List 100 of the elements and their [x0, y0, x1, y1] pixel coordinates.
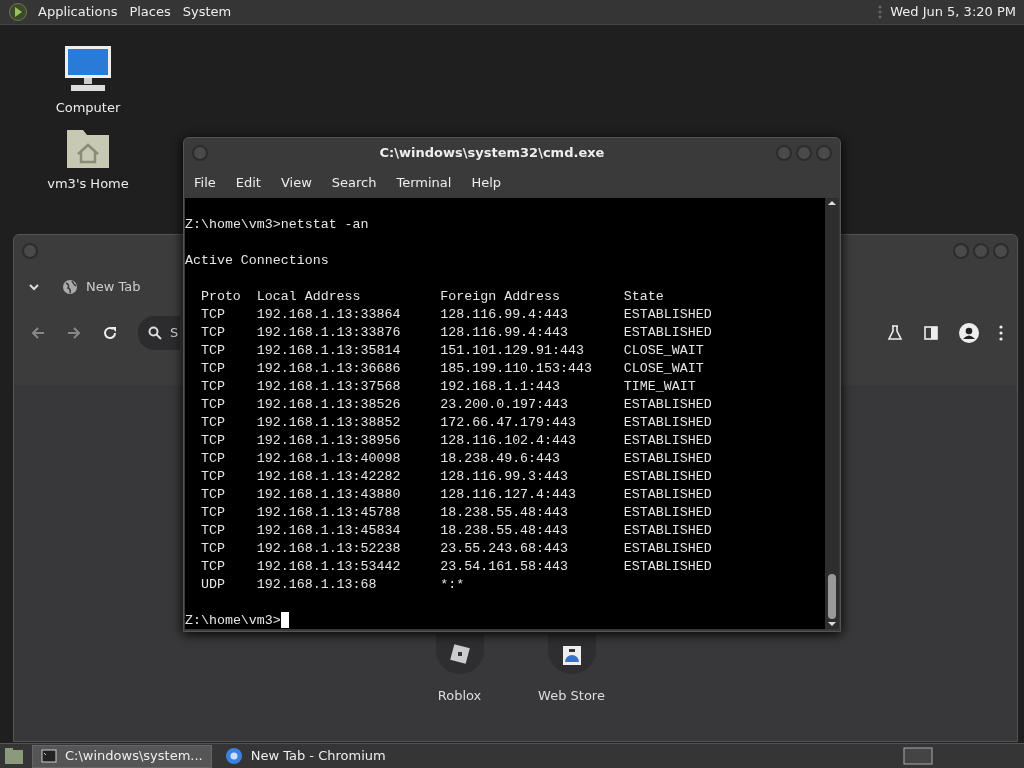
table-cell: 192.168.1.13:42282 — [256, 469, 401, 484]
search-icon — [148, 325, 162, 340]
window-title: C:\windows\system32\cmd.exe — [378, 144, 606, 163]
column-header: Proto — [200, 289, 241, 304]
shortcut[interactable]: Roblox — [419, 634, 500, 706]
browser-icon — [224, 747, 243, 765]
home-folder-icon[interactable] — [65, 128, 111, 170]
table-cell: 192.168.1.13:37568 — [256, 379, 401, 394]
table-cell: 128.116.99.3:443 — [440, 469, 568, 484]
table-cell: TCP — [200, 415, 225, 430]
clock[interactable]: Wed Jun 5, 3:20 PM — [890, 2, 1016, 22]
table-cell: TCP — [200, 487, 225, 502]
taskbar-button[interactable]: C:\windows\system... — [32, 744, 212, 768]
table-cell: 23.55.243.68:443 — [440, 541, 568, 556]
table-cell: 192.168.1.13:52238 — [256, 541, 401, 556]
menu-item[interactable]: Terminal — [386, 172, 462, 193]
table-cell: *:* — [440, 577, 465, 592]
distro-logo-icon[interactable] — [8, 2, 28, 22]
menu-item[interactable]: File — [184, 172, 226, 193]
menu-item[interactable]: Help — [461, 172, 512, 193]
table-cell: 192.168.1.13:53442 — [256, 559, 401, 574]
table-cell: TCP — [200, 397, 225, 412]
table-cell: 23.200.0.197:443 — [440, 397, 568, 412]
table-cell: 18.238.55.48:443 — [440, 523, 568, 538]
table-cell: 128.116.127.4:443 — [440, 487, 576, 502]
table-cell: 23.54.161.58:443 — [440, 559, 568, 574]
terminal-icon — [41, 749, 57, 763]
table-cell: TCP — [200, 469, 225, 484]
table-cell: ESTABLISHED — [623, 307, 712, 322]
table-cell: 192.168.1.13:38956 — [256, 433, 401, 448]
table-cell: 151.101.129.91:443 — [440, 343, 584, 358]
command-line: Z:\home\vm3>netstat -an — [185, 216, 369, 234]
address-bar[interactable]: S — [138, 315, 180, 350]
table-cell: ESTABLISHED — [623, 325, 712, 340]
table-cell: 192.168.1.1:443 — [440, 379, 561, 394]
menu-item[interactable]: View — [270, 172, 322, 193]
browser-tab[interactable]: New Tab — [62, 277, 141, 297]
column-header: State — [623, 289, 664, 304]
table-cell: 192.168.1.13:36686 — [256, 361, 401, 376]
globe-icon — [62, 278, 78, 295]
table-cell: TCP — [200, 433, 225, 448]
side-panel-icon[interactable] — [923, 324, 939, 341]
table-cell: TIME_WAIT — [623, 379, 696, 394]
chevron-down-icon[interactable] — [28, 282, 40, 291]
table-cell: 192.168.1.13:38526 — [256, 397, 401, 412]
table-cell: 192.168.1.13:40098 — [256, 451, 401, 466]
flask-icon[interactable] — [887, 324, 903, 341]
menu-item[interactable]: System — [176, 2, 238, 22]
table-cell: ESTABLISHED — [623, 487, 712, 502]
shortcut[interactable]: Web Store — [531, 634, 612, 706]
menu-icon[interactable] — [999, 324, 1003, 341]
workspace-icon[interactable] — [902, 746, 934, 766]
table-cell: ESTABLISHED — [623, 541, 712, 556]
table-cell: TCP — [200, 325, 225, 340]
table-cell: ESTABLISHED — [623, 433, 712, 448]
table-cell: TCP — [200, 451, 225, 466]
table-cell: ESTABLISHED — [623, 559, 712, 574]
table-cell: ESTABLISHED — [623, 397, 712, 412]
table-cell: ESTABLISHED — [623, 505, 712, 520]
table-cell: ESTABLISHED — [623, 469, 712, 484]
table-cell: 172.66.47.179:443 — [440, 415, 576, 430]
reload-icon[interactable] — [102, 324, 118, 341]
table-cell: 192.168.1.13:45834 — [256, 523, 401, 538]
table-cell: TCP — [200, 523, 225, 538]
forward-icon[interactable] — [66, 324, 82, 341]
output-heading: Active Connections — [185, 252, 329, 270]
table-cell: 18.238.49.6:443 — [440, 451, 561, 466]
table-cell: TCP — [200, 379, 225, 394]
menu-item[interactable]: Applications — [32, 2, 124, 22]
icon-label[interactable]: vm3's Home — [47, 174, 129, 194]
column-header: Local Address — [256, 289, 361, 304]
menu-item[interactable]: Places — [123, 2, 177, 22]
table-cell: ESTABLISHED — [623, 523, 712, 538]
table-cell: 128.116.99.4:443 — [440, 325, 568, 340]
menu-item[interactable]: Edit — [225, 172, 271, 193]
table-cell: 192.168.1.13:68 — [256, 577, 377, 592]
back-icon[interactable] — [30, 324, 46, 341]
table-cell: 18.238.55.48:443 — [440, 505, 568, 520]
scrollbar[interactable] — [825, 198, 839, 629]
table-cell: CLOSE_WAIT — [623, 361, 704, 376]
table-cell: CLOSE_WAIT — [623, 343, 704, 358]
table-cell: 192.168.1.13:35814 — [256, 343, 401, 358]
icon-label[interactable]: Computer — [55, 98, 121, 118]
table-cell: TCP — [200, 361, 225, 376]
profile-icon[interactable] — [959, 322, 979, 343]
table-cell: TCP — [200, 505, 225, 520]
table-cell: UDP — [200, 577, 225, 592]
column-header: Foreign Address — [440, 289, 561, 304]
show-desktop-icon[interactable] — [4, 747, 24, 765]
table-cell: 128.116.102.4:443 — [440, 433, 576, 448]
table-cell: 192.168.1.13:45788 — [256, 505, 401, 520]
table-cell: ESTABLISHED — [623, 415, 712, 430]
panel-handle-icon — [878, 5, 883, 19]
computer-icon[interactable] — [63, 44, 113, 94]
table-cell: 128.116.99.4:443 — [440, 307, 568, 322]
table-cell: 192.168.1.13:33876 — [256, 325, 401, 340]
menu-item[interactable]: Search — [321, 172, 387, 193]
table-cell: TCP — [200, 343, 225, 358]
taskbar-button[interactable]: New Tab - Chromium — [215, 744, 395, 768]
scroll-thumb[interactable] — [828, 574, 836, 619]
